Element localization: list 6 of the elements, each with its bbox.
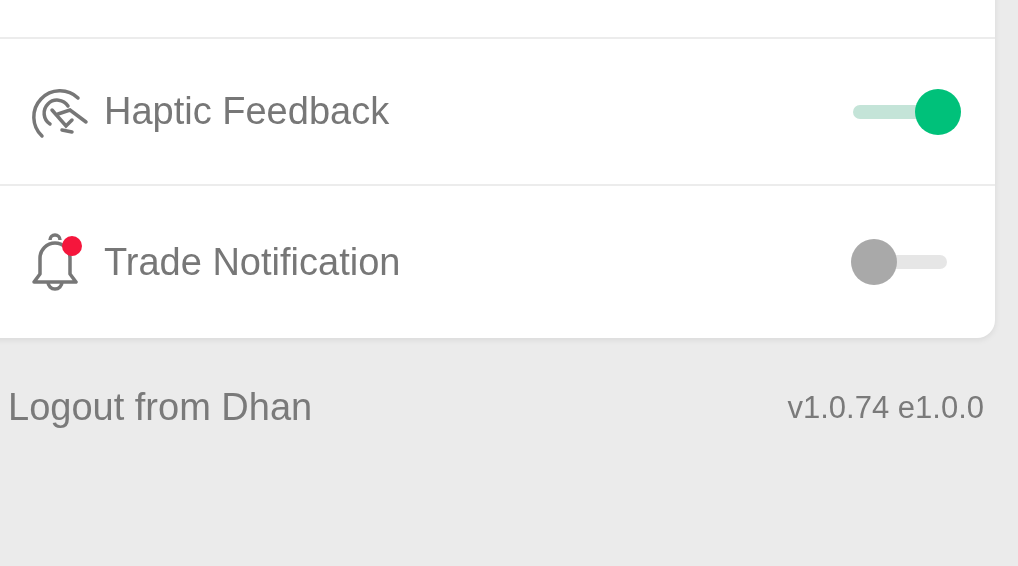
setting-label: Trade Notification bbox=[104, 240, 402, 284]
setting-label: Haptic Feedback bbox=[104, 90, 391, 133]
logout-link[interactable]: Logout from Dhan bbox=[8, 386, 313, 429]
toggle-switch[interactable] bbox=[851, 239, 947, 285]
version-text: v1.0.74 e1.0.0 bbox=[787, 389, 984, 426]
toggle-switch[interactable] bbox=[853, 88, 961, 135]
